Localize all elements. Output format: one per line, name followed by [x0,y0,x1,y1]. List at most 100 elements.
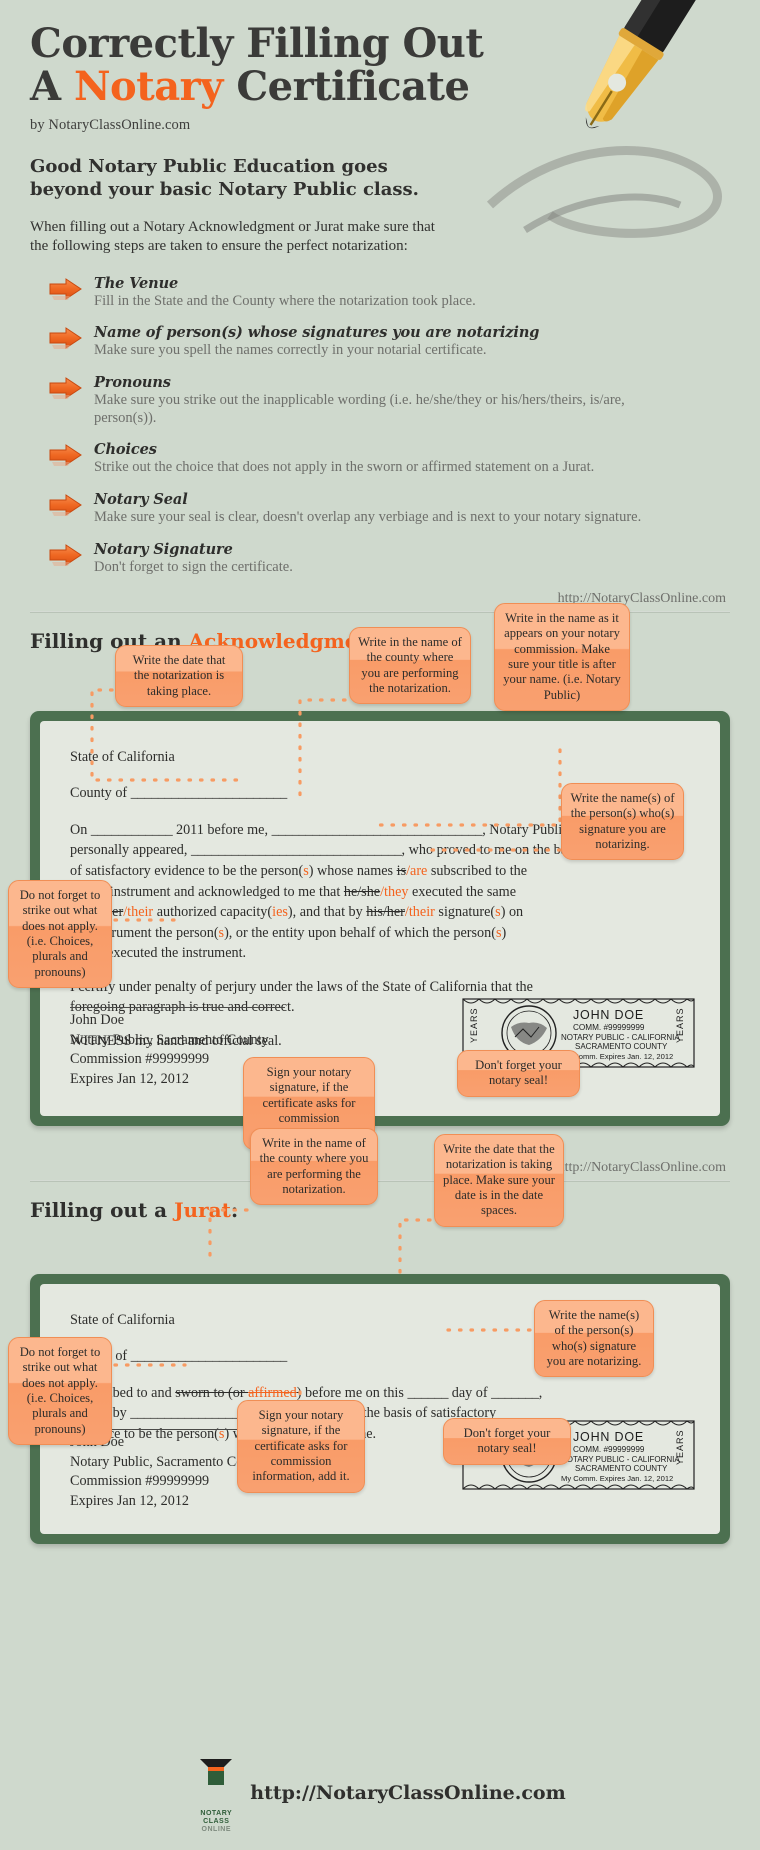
ack-county-blank: _______________________ [130,785,288,802]
jurat-l1b: before me on this [301,1384,408,1401]
list-item: Choices Strike out the choice that does … [48,441,730,477]
list-item: The Venue Fill in the State and the Coun… [48,275,730,311]
url-mid-2: http://NotaryClassOnline.com [557,1159,726,1175]
byline: by NotaryClassOnline.com [30,117,191,134]
logo-line1: NOTARY [200,1809,233,1817]
ack-l4b: executed the same [408,883,517,900]
ack-sig-role: Notary Public, Sacramento County [70,1031,269,1048]
ack-signature-line [70,994,285,1009]
step-title: Notary Signature [94,540,233,558]
ack-l5e: ) on [500,904,524,921]
svg-text:My Comm. Expires Jan. 12, 2012: My Comm. Expires Jan. 12, 2012 [561,1474,673,1483]
step-title: The Venue [94,274,179,292]
ack-l5b: authorized capacity( [153,904,273,921]
ack-on: On [70,821,88,838]
list-item: Name of person(s) whose signatures you a… [48,324,730,360]
step-title: Pronouns [94,374,171,392]
svg-text:SACRAMENTO COUNTY: SACRAMENTO COUNTY [575,1464,668,1473]
callout-jurat-county: Write in the name of the county where yo… [250,1128,378,1206]
callout-ack-date: Write the date that the notarization is … [115,645,243,708]
jurat-sig-exp: Expires Jan 12, 2012 [70,1492,190,1509]
ack-after: , who proved to me on the basis [401,842,583,859]
jurat-county-blank: _______________________ [130,1348,288,1365]
callout-ack-county: Write in the name of the county where yo… [349,627,471,705]
svg-text:COMM. #99999999: COMM. #99999999 [573,1023,645,1032]
svg-text:COMM. #99999999: COMM. #99999999 [573,1445,645,1454]
title-post: Certificate [222,63,470,111]
jurat-heading-pre: Filling out a [30,1197,175,1222]
jurat-blank-month: _______ [491,1384,539,1401]
page-header: Correctly Filling Out A Notary Certifica… [30,0,730,257]
svg-text:YEARS: YEARS [469,1007,479,1043]
step-desc: Make sure you strike out the inapplicabl… [94,392,625,426]
step-desc: Fill in the State and the County where t… [94,292,476,309]
callout-ack-names: Write the name(s) of the person(s) who(s… [561,783,684,861]
svg-text:JOHN DOE: JOHN DOE [573,1008,644,1022]
ack-l6b: ), or the entity upon behalf of which th… [224,924,496,941]
arrow-right-icon [48,543,88,572]
ack-blank-date: ____________ [90,821,173,838]
ack-blank-notary: _______________________________ [271,821,483,838]
ack-l3c: subscribed to the [427,862,528,879]
notary-class-logo: NOTARY CLASS ONLINE [194,1753,238,1834]
step-title: Choices [94,441,157,459]
ack-year: 2011 before me, [175,821,269,838]
ack-l3b: ) whose names [308,862,397,879]
jurat-heading-post: : [230,1197,239,1222]
footer-url[interactable]: http://NotaryClassOnline.com [250,1782,565,1804]
jurat-l1d: , [538,1384,543,1401]
step-desc: Make sure your seal is clear, doesn't ov… [94,509,642,526]
list-item: Pronouns Make sure you strike out the in… [48,374,730,427]
page-title-line1: Correctly Filling Out [30,20,484,67]
list-item: Notary Seal Make sure your seal is clear… [48,491,730,527]
ack-or1: /are [406,862,428,879]
callout-ack-seal: Don't forget your notary seal! [457,1050,580,1097]
ack-strike4: his/her [366,904,405,921]
ack-l6c: ) [501,924,507,941]
jurat-blank-day: ______ [407,1384,449,1401]
jurat-affirmed: affirmed [248,1384,297,1401]
logo-line3: ONLINE [201,1825,231,1833]
step-desc: Strike out the choice that does not appl… [94,459,595,476]
ack-strike1: is [396,862,407,879]
jurat-heading-accent: Jurat [174,1197,231,1222]
ack-blank-person: _______________________________ [190,842,402,859]
arrow-right-icon [48,443,88,472]
callout-ack-name-title: Write in the name as it appears on your … [494,603,630,712]
ack-personally: personally appeared, [70,842,188,859]
title-pre: A [30,63,74,111]
list-item: Notary Signature Don't forget to sign th… [48,541,730,577]
jurat-heading: Filling out a Jurat: [30,1198,730,1222]
ack-or2: /they [380,883,409,900]
arrow-right-icon [48,493,88,522]
ack-state: State of California [70,748,175,765]
ack-notary-public: , Notary Public, [482,821,573,838]
page-title-line2: A Notary Certificate [30,65,730,108]
step-desc: Make sure you spell the names correctly … [94,342,487,359]
title-accent-word: Notary [73,63,223,111]
ack-or3: /their [123,904,154,921]
ack-l5c: ), and that by [287,904,367,921]
step-title: Name of person(s) whose signatures you a… [94,324,540,342]
jurat-l1c: day of [448,1384,492,1401]
callout-jurat-names: Write the name(s) of the person(s) who(s… [534,1300,654,1378]
ack-or5: /their [404,904,435,921]
lede-text: Good Notary Public Education goes beyond… [30,156,419,201]
arrow-right-icon [48,326,88,355]
callout-jurat-seal: Don't forget your notary seal! [443,1418,571,1465]
page-footer: NOTARY CLASS ONLINE http://NotaryClassOn… [0,1753,760,1834]
ack-county-label: County of [70,785,128,802]
svg-text:NOTARY PUBLIC - CALIFORNIA: NOTARY PUBLIC - CALIFORNIA [561,1033,680,1042]
acknowledgment-certificate: State of California County of __________… [30,710,730,1126]
step-title: Notary Seal [94,491,188,509]
callout-ack-strike: Do not forget to strike out what does no… [8,880,112,989]
svg-text:SACRAMENTO COUNTY: SACRAMENTO COUNTY [575,1042,668,1051]
arrow-right-icon [48,277,88,306]
ack-or4: ies [272,904,288,921]
arrow-right-icon [48,376,88,405]
infographic-page: Correctly Filling Out A Notary Certifica… [0,0,760,1850]
ack-l5d: signature( [434,904,496,921]
callout-jurat-signature: Sign your notary signature, if the certi… [237,1400,365,1493]
step-desc: Don't forget to sign the certificate. [94,558,293,575]
steps-list: The Venue Fill in the State and the Coun… [30,275,730,577]
